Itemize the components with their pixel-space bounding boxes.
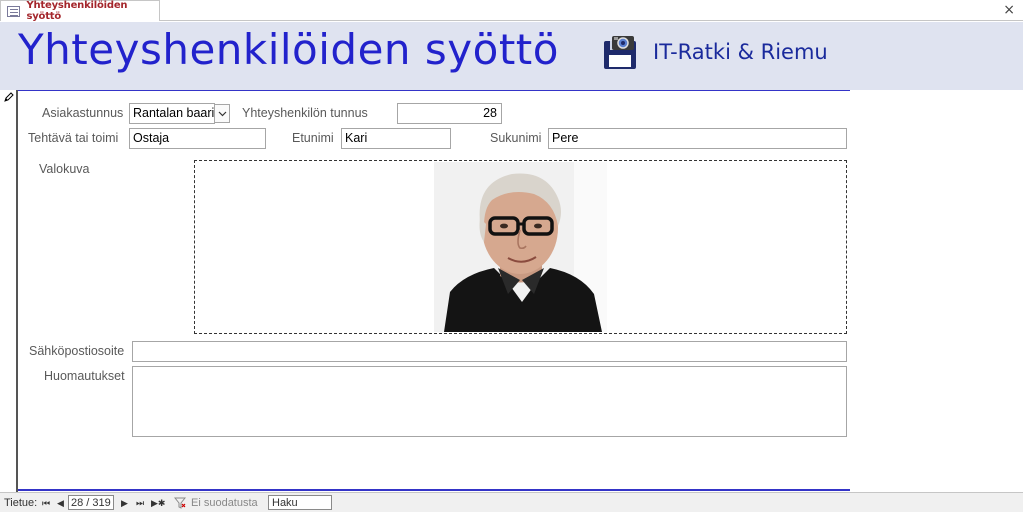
first-record-icon[interactable]: ⏮ [39,495,53,511]
contact-photo [434,162,607,332]
new-record-icon[interactable]: ▶✱ [148,495,168,511]
photo-label: Valokuva [39,162,90,176]
brand-name: IT-Ratki & Riemu [653,40,828,64]
next-record-icon[interactable]: ▶ [118,495,131,511]
form-tab[interactable]: Yhteyshenkilöiden syöttö [0,0,160,22]
first-name-field[interactable]: Kari [341,128,451,149]
contact-id-label: Yhteyshenkilön tunnus [242,106,368,120]
record-navigation-bar: Tietue: ⏮ ◀ 28 / 319 ▶ ⏭ ▶✱ Ei suodatust… [0,492,1023,512]
notes-label: Huomautukset [44,369,125,383]
role-label: Tehtävä tai toimi [28,131,119,145]
document-tab-strip: Yhteyshenkilöiden syöttö × [0,0,1023,22]
customer-id-combo[interactable]: Rantalan baari [129,103,215,124]
contact-id-field[interactable]: 28 [397,103,502,124]
footer-rule [18,489,850,491]
form-icon [7,5,21,17]
filter-status-button[interactable]: Ei suodatusta [191,495,258,511]
last-name-label: Sukunimi [490,131,542,145]
pencil-icon [4,92,14,102]
floppy-camera-icon [604,36,636,69]
record-selector[interactable] [0,90,18,492]
header-rule [18,90,850,91]
notes-field[interactable] [132,366,847,437]
last-record-icon[interactable]: ⏭ [133,495,147,511]
record-label: Tietue: [4,497,38,509]
email-label: Sähköpostiosoite [29,344,125,358]
current-record-field[interactable]: 28 / 319 [68,495,114,510]
role-field[interactable]: Ostaja [129,128,266,149]
previous-record-icon[interactable]: ◀ [54,495,67,511]
last-name-field[interactable]: Pere [548,128,847,149]
chevron-down-icon [218,111,226,116]
photo-frame[interactable] [194,160,847,334]
form-header: Yhteyshenkilöiden syöttö IT-Ratki & Riem… [0,22,1023,90]
close-icon[interactable]: × [1003,2,1015,18]
form-body: Asiakastunnus Rantalan baari Yhteyshenki… [0,90,1023,492]
customer-dropdown-button[interactable] [214,104,230,123]
filter-icon [174,495,186,511]
form-tab-label: Yhteyshenkilöiden syöttö [26,0,128,22]
email-field[interactable] [132,341,847,362]
page-title: Yhteyshenkilöiden syöttö [18,25,559,74]
customer-id-label: Asiakastunnus [42,106,124,120]
search-input[interactable]: Haku [268,495,332,510]
first-name-label: Etunimi [292,131,334,145]
